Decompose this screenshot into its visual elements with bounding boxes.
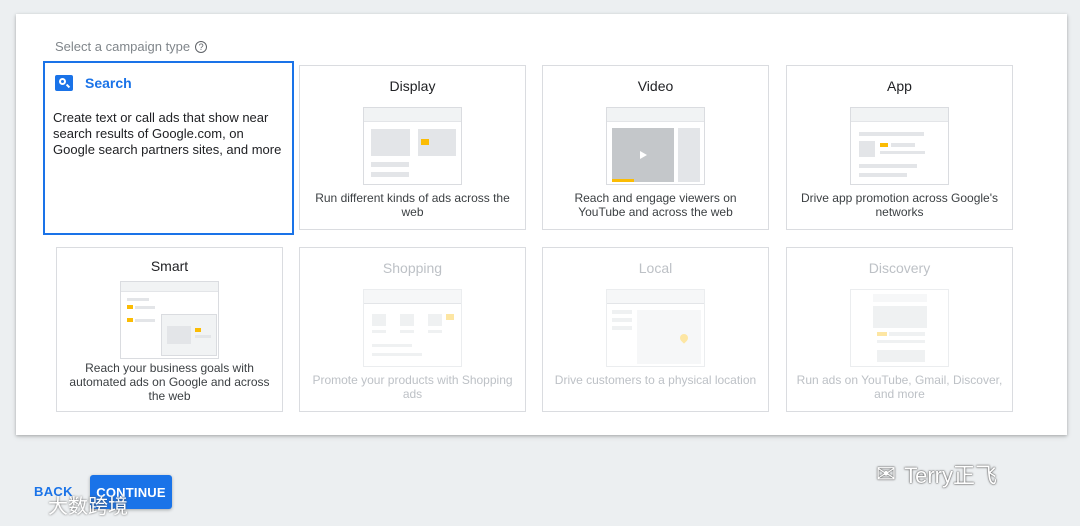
wechat-icon: ✉ (876, 460, 897, 488)
watermark-left: 大数跨境 (8, 490, 128, 519)
campaign-card-app[interactable]: App Drive app promotion across Google's … (786, 65, 1013, 230)
local-illustration (606, 289, 705, 367)
card-description: Drive customers to a physical location (554, 373, 757, 387)
display-illustration (363, 107, 462, 185)
play-icon (640, 151, 647, 159)
card-description: Reach your business goals with automated… (69, 361, 270, 403)
card-title: App (887, 78, 912, 94)
campaign-card-display[interactable]: Display Run different kinds of ads acros… (299, 65, 526, 230)
card-description: Create text or call ads that show near s… (53, 110, 282, 157)
campaign-card-discovery: Discovery Run ads on YouTube, Gmail, Dis… (786, 247, 1013, 412)
campaign-card-shopping: Shopping Promote your products with Shop… (299, 247, 526, 412)
campaign-type-prompt: Select a campaign type ? (55, 39, 208, 54)
card-description: Promote your products with Shopping ads (312, 373, 513, 401)
watermark-text: Terry正飞 (904, 463, 997, 488)
card-title: Discovery (868, 260, 931, 276)
card-description: Run different kinds of ads across the we… (315, 191, 510, 219)
campaign-card-smart[interactable]: Smart Reach your business goals with aut… (56, 247, 283, 412)
video-illustration (606, 107, 705, 185)
card-title: Display (389, 78, 436, 94)
discovery-illustration (850, 289, 949, 367)
campaign-card-search[interactable]: Search Create text or call ads that show… (43, 61, 294, 235)
card-title: Shopping (382, 260, 443, 276)
campaign-card-local: Local Drive customers to a physical loca… (542, 247, 769, 412)
search-card-header: Search (55, 75, 132, 91)
help-icon[interactable]: ? (195, 40, 208, 53)
search-icon (55, 75, 73, 91)
card-description: Run ads on YouTube, Gmail, Discover, and… (796, 373, 1003, 401)
prompt-label: Select a campaign type (55, 39, 191, 54)
watermark-text: 大数跨境 (48, 496, 128, 518)
watermark-right: ✉ Terry正飞 (876, 458, 997, 490)
card-title: Video (637, 78, 674, 94)
shopping-illustration (363, 289, 462, 367)
card-description: Reach and engage viewers on YouTube and … (574, 191, 737, 219)
campaign-card-video[interactable]: Video Reach and engage viewers on YouTub… (542, 65, 769, 230)
card-title: Search (85, 75, 132, 91)
card-title: Smart (150, 258, 189, 274)
card-description: Drive app promotion across Google's netw… (800, 191, 999, 219)
smart-illustration (120, 281, 219, 359)
app-illustration (850, 107, 949, 185)
card-title: Local (638, 260, 673, 276)
